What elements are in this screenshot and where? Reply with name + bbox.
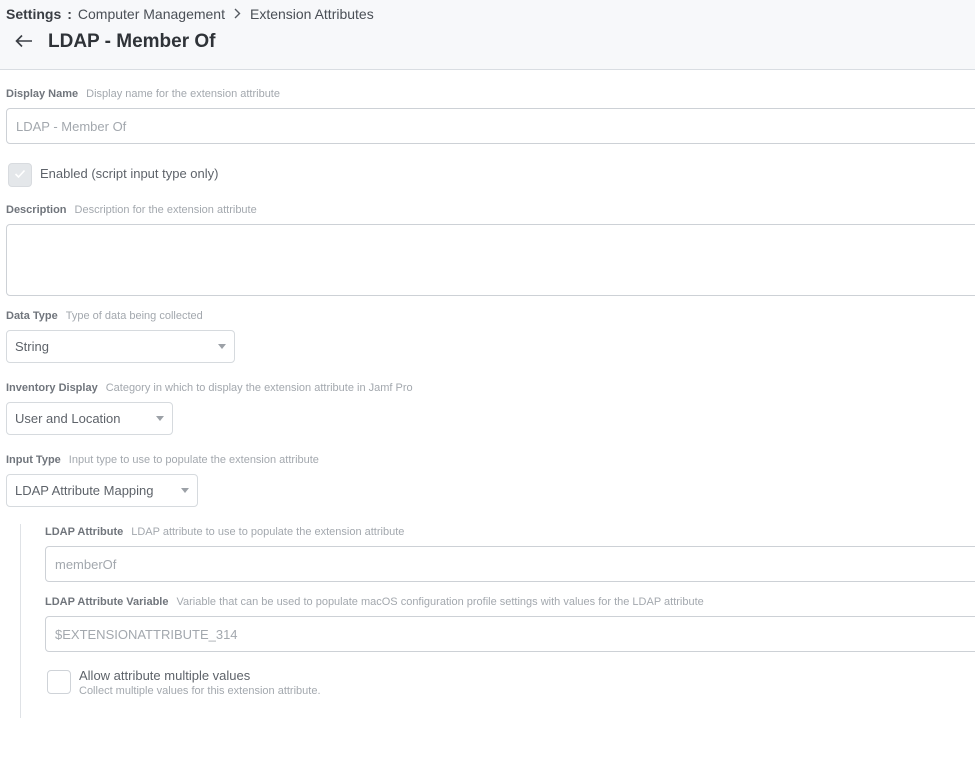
inventory-display-select[interactable]: User and Location [6, 402, 173, 435]
nested-section-divider [20, 524, 21, 718]
arrow-left-icon [15, 34, 33, 53]
breadcrumb-settings[interactable]: Settings [6, 6, 61, 22]
ldap-attribute-variable-hint: Variable that can be used to populate ma… [176, 596, 704, 608]
enabled-label: Enabled (script input type only) [40, 166, 219, 181]
allow-multiple-label: Allow attribute multiple values [79, 668, 251, 683]
caret-down-icon [156, 416, 164, 421]
description-label: Description Description for the extension… [6, 204, 257, 216]
ldap-attribute-variable-label: LDAP Attribute Variable Variable that can… [45, 596, 704, 608]
caret-down-icon [218, 344, 226, 349]
display-name-input[interactable]: LDAP - Member Of [6, 108, 975, 144]
input-type-select[interactable]: LDAP Attribute Mapping [6, 474, 198, 507]
description-hint: Description for the extension attribute [74, 204, 257, 216]
ldap-attribute-label: LDAP Attribute LDAP attribute to use to p… [45, 526, 404, 538]
checkmark-icon [14, 166, 26, 184]
breadcrumb-separator: : [67, 6, 72, 22]
back-button[interactable] [12, 32, 36, 54]
breadcrumb-computer-management[interactable]: Computer Management [78, 6, 225, 22]
inventory-display-value: User and Location [15, 411, 121, 426]
data-type-hint: Type of data being collected [65, 310, 203, 322]
caret-down-icon [181, 488, 189, 493]
input-type-label: Input Type Input type to use to populate … [6, 454, 319, 466]
inventory-display-hint: Category in which to display the extensi… [105, 382, 413, 394]
enabled-checkbox[interactable] [8, 163, 32, 187]
chevron-right-icon [234, 7, 241, 22]
description-label-text: Description [6, 204, 67, 216]
display-name-label: Display Name Display name for the extensi… [6, 88, 280, 100]
display-name-hint: Display name for the extension attribute [86, 88, 280, 100]
input-type-value: LDAP Attribute Mapping [15, 483, 154, 498]
data-type-label-text: Data Type [6, 310, 58, 322]
data-type-select[interactable]: String [6, 330, 235, 363]
page-header: Settings : Computer Management Extension… [0, 0, 975, 70]
description-textarea[interactable] [6, 224, 975, 296]
allow-multiple-sublabel: Collect multiple values for this extensi… [79, 685, 321, 697]
ldap-attribute-hint: LDAP attribute to use to populate the ex… [131, 526, 405, 538]
ldap-attribute-variable-input[interactable]: $EXTENSIONATTRIBUTE_314 [45, 616, 975, 652]
display-name-label-text: Display Name [6, 88, 79, 100]
ldap-attribute-input[interactable]: memberOf [45, 546, 975, 582]
input-type-label-text: Input Type [6, 454, 61, 466]
page-title: LDAP - Member Of [48, 31, 216, 52]
inventory-display-label-text: Inventory Display [6, 382, 98, 394]
inventory-display-label: Inventory Display Category in which to di… [6, 382, 413, 394]
data-type-label: Data Type Type of data being collected [6, 310, 203, 322]
breadcrumb: Settings : Computer Management Extension… [6, 6, 374, 22]
allow-multiple-checkbox[interactable] [47, 670, 71, 694]
ldap-attribute-label-text: LDAP Attribute [45, 526, 124, 538]
breadcrumb-extension-attributes[interactable]: Extension Attributes [250, 6, 374, 22]
data-type-value: String [15, 339, 49, 354]
ldap-attribute-variable-label-text: LDAP Attribute Variable [45, 596, 169, 608]
input-type-hint: Input type to use to populate the extens… [68, 454, 319, 466]
